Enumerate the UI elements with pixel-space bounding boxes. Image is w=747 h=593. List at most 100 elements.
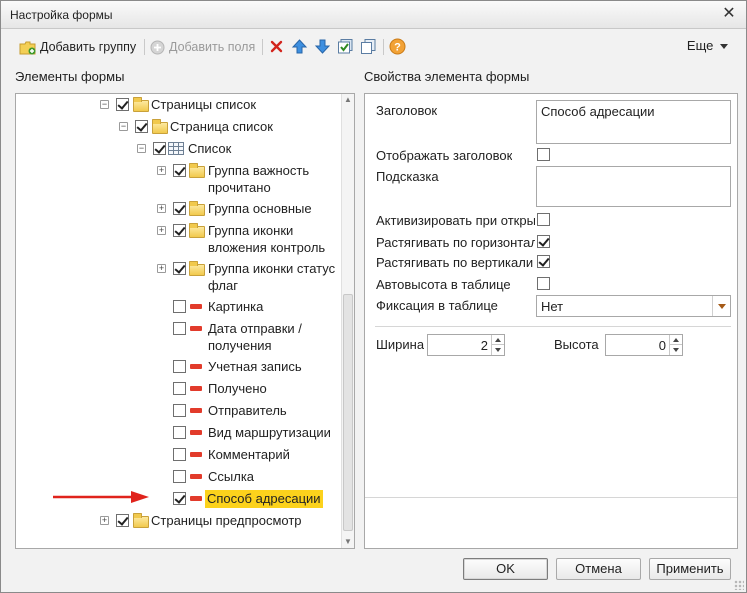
- tree-checkbox[interactable]: [116, 514, 129, 527]
- help-icon[interactable]: ?: [389, 38, 406, 55]
- tree-checkbox[interactable]: [173, 404, 186, 417]
- scroll-down-icon[interactable]: ▼: [342, 536, 354, 548]
- tree-item-label[interactable]: Ссылка: [208, 468, 254, 486]
- autoheight-label: Автовысота в таблице: [376, 277, 511, 292]
- show-title-checkbox[interactable]: [537, 148, 550, 161]
- tree-checkbox[interactable]: [153, 142, 166, 155]
- field-marker-icon: [190, 408, 202, 413]
- tree-item-label[interactable]: Группа иконки статус: [208, 260, 335, 278]
- add-fields-label: Добавить поля: [169, 40, 256, 54]
- expand-icon[interactable]: +: [157, 264, 166, 273]
- tree-checkbox[interactable]: [173, 164, 186, 177]
- divider: [365, 497, 737, 498]
- field-marker-icon: [190, 496, 202, 501]
- tree-checkbox[interactable]: [173, 262, 186, 275]
- tree-item-label-continued[interactable]: вложения контроль: [208, 239, 325, 257]
- collapse-icon[interactable]: −: [100, 100, 109, 109]
- tree-item-label[interactable]: Учетная запись: [208, 358, 302, 376]
- tree-item-label[interactable]: Группа иконки: [208, 222, 293, 240]
- collapse-icon[interactable]: −: [137, 144, 146, 153]
- height-value: 0: [658, 338, 666, 353]
- ok-button[interactable]: OK: [463, 558, 548, 580]
- tree-item-label[interactable]: Дата отправки /: [208, 320, 302, 338]
- decrement-icon[interactable]: [669, 345, 682, 355]
- folder-icon: [189, 201, 205, 216]
- tree-item-label[interactable]: Страницы предпросмотр: [151, 512, 302, 530]
- increment-icon[interactable]: [491, 335, 504, 345]
- form-settings-window: Настройка формы ✕ Добавить группу Добави…: [0, 0, 747, 593]
- check-all-icon[interactable]: [337, 38, 354, 55]
- tree-checkbox[interactable]: [173, 360, 186, 373]
- tree-checkbox[interactable]: [173, 426, 186, 439]
- tree-item-label[interactable]: Отправитель: [208, 402, 287, 420]
- width-stepper[interactable]: 2: [427, 334, 505, 356]
- hint-field[interactable]: [536, 166, 731, 207]
- decrement-icon[interactable]: [491, 345, 504, 355]
- expand-icon[interactable]: +: [100, 516, 109, 525]
- resize-grip-icon[interactable]: [734, 580, 744, 590]
- stretch-vertical-label: Растягивать по вертикали: [376, 255, 534, 270]
- close-icon[interactable]: ✕: [720, 5, 738, 23]
- collapse-icon[interactable]: −: [119, 122, 128, 131]
- increment-icon[interactable]: [669, 335, 682, 345]
- tree-checkbox[interactable]: [173, 322, 186, 335]
- divider: [375, 326, 731, 327]
- tree-item-label[interactable]: Вид маршрутизации: [208, 424, 331, 442]
- move-down-icon[interactable]: [314, 38, 331, 55]
- tree-item-label[interactable]: Список: [188, 140, 231, 158]
- move-up-icon[interactable]: [291, 38, 308, 55]
- title-field[interactable]: Способ адресации: [536, 100, 731, 144]
- cancel-button[interactable]: Отмена: [556, 558, 641, 580]
- form-elements-tree[interactable]: − Страницы список − Страница список − Сп…: [15, 93, 355, 549]
- tree-checkbox[interactable]: [173, 492, 186, 505]
- autoheight-checkbox[interactable]: [537, 277, 550, 290]
- stretch-horizontal-checkbox[interactable]: [537, 235, 550, 248]
- tree-checkbox[interactable]: [173, 470, 186, 483]
- fix-in-table-select[interactable]: Нет: [536, 295, 731, 317]
- tree-checkbox[interactable]: [135, 120, 148, 133]
- tree-item-label[interactable]: Страницы список: [151, 96, 256, 114]
- tree-item-label[interactable]: Группа основные: [208, 200, 312, 218]
- tree-item-label[interactable]: Страница список: [170, 118, 273, 136]
- expand-icon[interactable]: +: [157, 204, 166, 213]
- field-marker-icon: [190, 386, 202, 391]
- delete-icon[interactable]: [268, 38, 285, 55]
- apply-button[interactable]: Применить: [649, 558, 731, 580]
- add-fields-button[interactable]: Добавить поля: [150, 37, 255, 57]
- tree-checkbox[interactable]: [173, 224, 186, 237]
- add-fields-icon: [150, 40, 165, 54]
- add-group-button[interactable]: Добавить группу: [19, 37, 136, 57]
- height-stepper[interactable]: 0: [605, 334, 683, 356]
- toolbar-separator: [144, 39, 145, 55]
- tree-checkbox[interactable]: [173, 202, 186, 215]
- more-menu-button[interactable]: Еще: [687, 38, 728, 53]
- tree-item-label-selected[interactable]: Способ адресации: [205, 490, 323, 508]
- tree-scrollbar[interactable]: ▲ ▼: [341, 94, 354, 548]
- tree-item-label[interactable]: Картинка: [208, 298, 263, 316]
- tree-item-label[interactable]: Получено: [208, 380, 267, 398]
- tree-checkbox[interactable]: [173, 448, 186, 461]
- scroll-up-icon[interactable]: ▲: [342, 94, 354, 106]
- tree-checkbox[interactable]: [173, 382, 186, 395]
- expand-icon[interactable]: +: [157, 226, 166, 235]
- folder-icon: [152, 119, 168, 134]
- red-arrow-annotation: [53, 491, 149, 503]
- activate-label: Активизировать при откры: [376, 213, 535, 228]
- tree-checkbox[interactable]: [116, 98, 129, 111]
- activate-checkbox[interactable]: [537, 213, 550, 226]
- tree-item-label[interactable]: Комментарий: [208, 446, 290, 464]
- expand-icon[interactable]: +: [157, 166, 166, 175]
- tree-item-label[interactable]: Группа важность: [208, 162, 309, 180]
- stretch-vertical-checkbox[interactable]: [537, 255, 550, 268]
- form-elements-header: Элементы формы: [15, 69, 125, 84]
- folder-icon: [189, 163, 205, 178]
- copy-icon[interactable]: [360, 38, 377, 55]
- tree-checkbox[interactable]: [173, 300, 186, 313]
- chevron-down-icon[interactable]: [712, 296, 730, 316]
- tree-item-label-continued[interactable]: флаг: [208, 277, 238, 295]
- element-properties-header: Свойства элемента формы: [364, 69, 530, 84]
- tree-item-label-continued[interactable]: прочитано: [208, 179, 271, 197]
- add-group-icon: [19, 41, 36, 54]
- tree-item-label-continued[interactable]: получения: [208, 337, 272, 355]
- scrollbar-thumb[interactable]: [343, 294, 353, 531]
